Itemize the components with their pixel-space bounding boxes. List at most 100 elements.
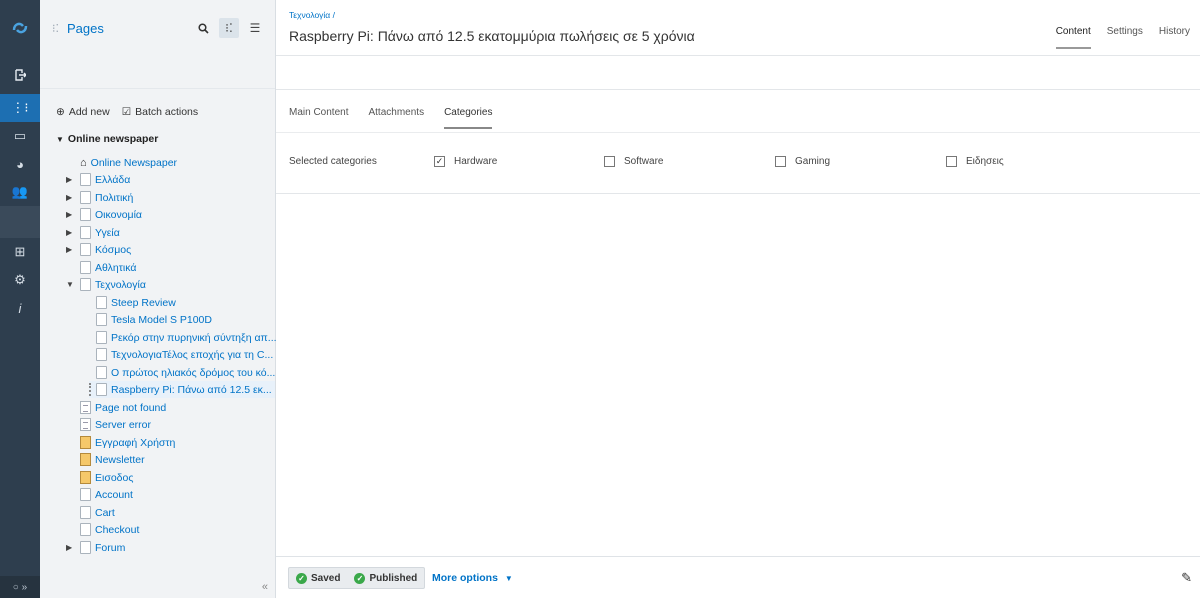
tree-node-label: Account <box>95 488 133 501</box>
tree-actions: ⊕ Add new ☑ Batch actions <box>40 89 275 125</box>
category-option[interactable]: Ειδησεις <box>946 156 1004 167</box>
drag-handle-icon[interactable] <box>89 383 93 396</box>
tree-node-label: Page not found <box>95 401 167 414</box>
content-area: Τεχνολογία / Raspberry Pi: Πάνω από 12.5… <box>276 0 1200 598</box>
pie-chart-icon[interactable]: ◕ <box>0 150 40 178</box>
collapsed-arrow-icon[interactable]: ▶ <box>66 193 80 202</box>
batch-actions-button[interactable]: ☑ Batch actions <box>122 99 198 125</box>
tree-node[interactable]: Newsletter <box>80 451 145 468</box>
rail-expand-toggle[interactable]: ○ » <box>0 576 40 598</box>
home-icon: ⌂ <box>80 156 87 169</box>
tree-node[interactable]: ΤεχνολογιαΤέλος εποχής για τη C... <box>96 346 273 363</box>
tab-history[interactable]: History <box>1159 26 1190 49</box>
tree-root-node[interactable]: ▼ Online newspaper <box>40 125 275 145</box>
tree-node-label: Κόσμος <box>95 243 132 256</box>
tree-node-selected[interactable]: Raspberry Pi: Πάνω από 12.5 εκ... <box>89 381 275 398</box>
page-icon <box>80 243 91 256</box>
category-label: Gaming <box>795 156 831 167</box>
image-icon[interactable]: ▭ <box>0 122 40 150</box>
collapsed-arrow-icon[interactable]: ▶ <box>66 210 80 219</box>
tree-root-label: Online newspaper <box>67 133 159 145</box>
page-icon <box>80 278 91 291</box>
logo-icon[interactable] <box>0 0 40 56</box>
tab-attachments[interactable]: Attachments <box>368 107 424 129</box>
check-circle-icon: ✓ <box>296 572 307 584</box>
tree-node[interactable]: Tesla Model S P100D <box>96 311 212 328</box>
search-icon[interactable] <box>193 18 213 38</box>
tree-node[interactable]: Page not found <box>80 399 166 416</box>
checkbox-unchecked[interactable] <box>775 156 786 167</box>
batch-actions-label: Batch actions <box>135 106 199 118</box>
tree-node[interactable]: Account <box>80 486 133 503</box>
tree-node[interactable]: ▼ Τεχνολογία <box>66 276 146 293</box>
tree-node[interactable]: Ο πρώτος ηλιακός δρόμος του κό... <box>96 364 275 381</box>
category-option[interactable]: ✓ Hardware <box>434 156 497 167</box>
checkbox-unchecked[interactable] <box>604 156 615 167</box>
add-new-button[interactable]: ⊕ Add new <box>56 99 110 125</box>
tree-node[interactable]: Ρεκόρ στην πυρηνική σύντηξη απ... <box>96 329 277 346</box>
tab-categories[interactable]: Categories <box>444 107 493 129</box>
tree-node-label: Υγεία <box>95 226 120 239</box>
tree-node[interactable]: Checkout <box>80 521 139 538</box>
tree-node-label: Checkout <box>95 523 140 536</box>
basket-icon[interactable]: ⊞ <box>0 238 40 266</box>
tab-main-content[interactable]: Main Content <box>289 107 348 129</box>
subtabs-divider <box>276 132 1200 133</box>
tree-node-label: Εγγραφή Χρήστη <box>95 436 176 449</box>
page-icon <box>96 366 107 379</box>
page-icon <box>80 506 91 519</box>
tree-node-label: Αθλητικά <box>95 261 137 274</box>
tree-node[interactable]: ▶ Ελλάδα <box>66 171 130 188</box>
tree-node[interactable]: Αθλητικά <box>66 259 136 276</box>
collapsed-arrow-icon[interactable]: ▶ <box>66 175 80 184</box>
content-subtabs: Main Content Attachments Categories <box>289 107 493 129</box>
tree-node[interactable]: ▶ Οικονομία <box>66 206 142 223</box>
tree-node[interactable]: ⌂ Online Newspaper <box>66 154 177 171</box>
tree-node[interactable]: ▶ Υγεία <box>66 224 120 241</box>
users-icon[interactable]: 👥 <box>0 178 40 206</box>
page-icon <box>96 348 107 361</box>
tree-node[interactable]: Εγγραφή Χρήστη <box>80 434 175 451</box>
tab-settings[interactable]: Settings <box>1107 26 1143 49</box>
editor-panel: Main Content Attachments Categories Sele… <box>276 89 1200 556</box>
tree-node[interactable]: Εισοδος <box>80 469 133 486</box>
sitetree-icon[interactable]: ⋮⁝ <box>0 94 40 122</box>
tree-view-icon[interactable]: ⁝⁚ <box>219 18 239 38</box>
tools-icon[interactable]: ⚙ <box>0 266 40 294</box>
tree-title: Pages <box>67 20 104 36</box>
tree-node[interactable]: ▶ Κόσμος <box>66 241 131 258</box>
view-tabs: Content Settings History <box>1055 26 1190 49</box>
tree-node-label: Online Newspaper <box>90 156 178 169</box>
tree-node[interactable]: Server error <box>80 416 151 433</box>
more-options-button[interactable]: More options ▼ <box>432 572 513 584</box>
expanded-arrow-icon: ▼ <box>56 134 64 144</box>
tree-node-label: Ρεκόρ στην πυρηνική σύντηξη απ... <box>111 331 277 344</box>
collapse-tree-button[interactable]: « <box>40 576 276 598</box>
category-option[interactable]: Software <box>604 156 663 167</box>
checkbox-checked[interactable]: ✓ <box>434 156 445 167</box>
checkbox-unchecked[interactable] <box>946 156 957 167</box>
expanded-arrow-icon[interactable]: ▼ <box>66 280 80 289</box>
tree-node-label: Cart <box>95 506 115 519</box>
tree-node[interactable]: Steep Review <box>96 294 176 311</box>
collapsed-arrow-icon[interactable]: ▶ <box>66 543 80 552</box>
published-badge: ✓ Published <box>347 568 424 588</box>
collapsed-arrow-icon[interactable]: ▶ <box>66 228 80 237</box>
page-icon <box>80 261 91 274</box>
breadcrumb[interactable]: Τεχνολογία / <box>289 10 335 20</box>
page-icon <box>80 523 91 536</box>
page-icon <box>80 191 91 204</box>
add-new-label: Add new <box>68 106 110 118</box>
collapsed-arrow-icon[interactable]: ▶ <box>66 245 80 254</box>
list-view-icon[interactable]: ☰ <box>245 18 265 38</box>
tree-node[interactable]: ▶ Forum <box>66 539 125 556</box>
tab-content[interactable]: Content <box>1055 26 1091 49</box>
page-icon <box>96 383 107 396</box>
info-icon[interactable]: i <box>0 294 40 322</box>
category-option[interactable]: Gaming <box>775 156 830 167</box>
edit-icon[interactable]: ✎ <box>1181 570 1192 586</box>
tree-node[interactable]: Cart <box>80 504 115 521</box>
tree-node-label: Τεχνολογία <box>95 278 146 291</box>
logout-icon[interactable] <box>0 56 40 94</box>
tree-node[interactable]: ▶ Πολιτική <box>66 189 133 206</box>
